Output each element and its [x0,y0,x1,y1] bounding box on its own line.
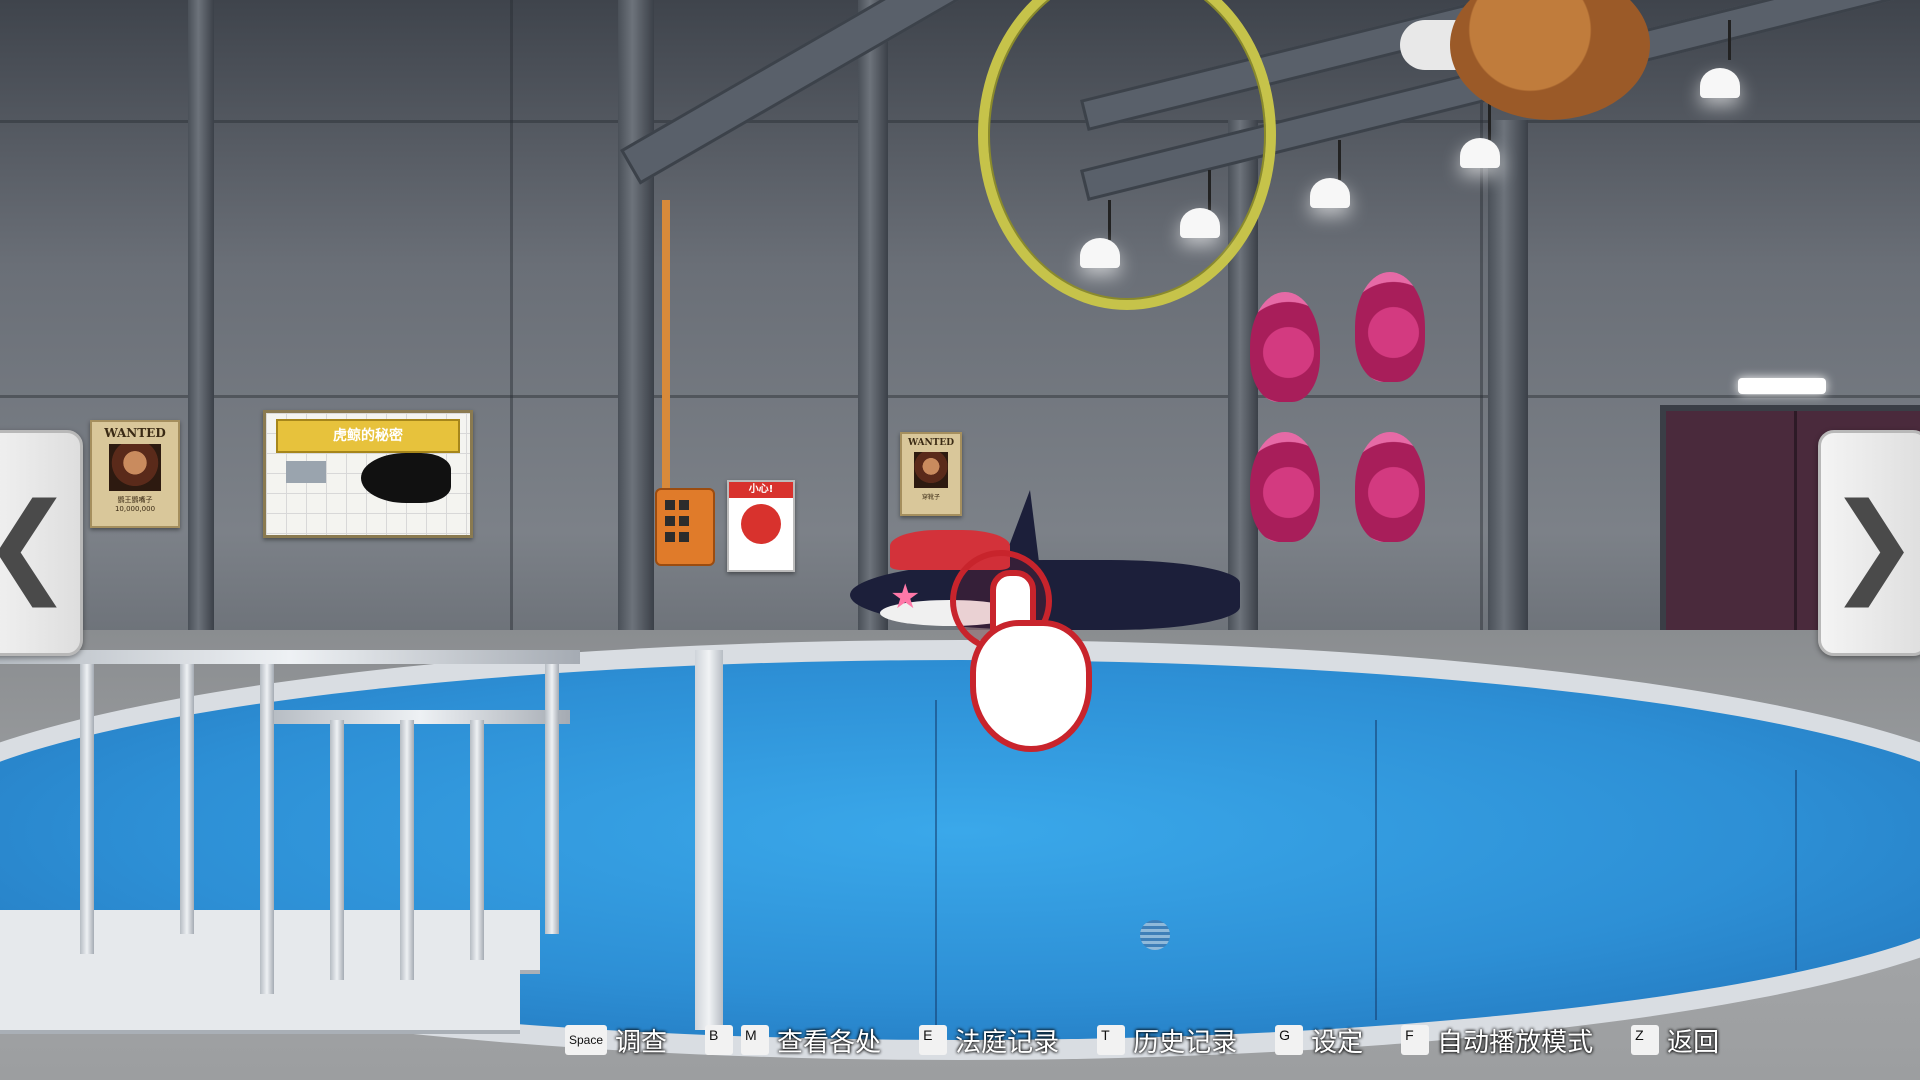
hint-label: 查看各处 [777,1027,882,1058]
pink-target-4[interactable] [1355,432,1425,542]
railing-post [180,664,194,934]
railing-post [260,664,274,994]
wall-seam [0,120,1920,123]
railing-post [400,720,414,980]
orca-secret-banner: 虎鲸的秘密 [276,419,460,453]
pool-seam [1795,770,1797,970]
hint-auto-play[interactable]: F 自动播放模式 [1401,1022,1593,1059]
key-t: T [1097,1025,1126,1055]
spotlight-icon [1460,138,1500,168]
hint-back[interactable]: Z 返回 [1631,1022,1719,1059]
orca-secret-poster[interactable]: 虎鲸的秘密 [263,410,473,538]
orca-illustration [361,453,451,503]
wall-pipe [662,200,670,490]
pool-stairs[interactable] [0,650,580,1080]
key-space: Space [565,1025,608,1055]
key-b: B [705,1025,734,1055]
wanted-poster-header: WANTED [907,438,955,448]
exit-sign-light [1738,378,1826,394]
spotlight-icon [1310,178,1350,208]
caution-pictogram [741,504,781,544]
pool-seam [1375,720,1377,1020]
control-hints-bar: Space 调查 B M 查看各处 E 法庭记录 T 历史记录 G 设定 F 自… [565,1020,1719,1060]
hint-label: 自动播放模式 [1437,1027,1594,1058]
pink-target-3[interactable] [1250,432,1320,542]
wanted-poster-right[interactable]: WANTED 穿靴子 [900,432,962,516]
hint-investigate[interactable]: Space 调查 [565,1022,667,1059]
pillar [618,0,654,650]
chevron-left-icon: ❮ [0,479,74,607]
wanted-poster-name: 穿靴子 [921,494,940,501]
stair-handrail [0,650,580,664]
stair-handrail [270,710,570,724]
railing-post [80,664,94,954]
hint-move[interactable]: B M 查看各处 [705,1022,881,1059]
spotlight-icon [1180,208,1220,238]
hint-label: 历史记录 [1133,1027,1238,1058]
pink-target-1[interactable] [1250,292,1320,402]
pillar [1488,120,1528,650]
pool-divider-post [695,650,723,1030]
pointing-hand-cursor-icon [950,550,1100,760]
key-g: G [1275,1025,1304,1055]
wanted-poster-name: 鹦王鹦嘴子 [117,495,153,504]
railing-post [330,720,344,980]
hint-label: 调查 [615,1027,668,1058]
railing-post [545,664,559,934]
star-marking-icon: ★ [890,577,921,617]
wanted-poster-left[interactable]: WANTED 鹦王鹦嘴子 10,000,000 [90,420,180,528]
wanted-poster-reward: 10,000,000 [114,504,156,513]
pool-drain[interactable] [1140,920,1170,950]
pink-target-2[interactable] [1355,272,1425,382]
caution-header: 小心! [729,482,793,498]
railing-post [470,720,484,960]
move-right-button[interactable]: ❯ [1818,430,1920,656]
key-z: Z [1631,1025,1660,1055]
caution-sign[interactable]: 小心! [727,480,795,572]
spotlight-icon [1080,238,1120,268]
wall-seam [0,395,1920,398]
move-left-button[interactable]: ❮ [0,430,83,656]
key-e: E [919,1025,948,1055]
wall-seam [510,0,513,640]
hint-settings[interactable]: G 设定 [1275,1022,1363,1059]
diagram-box [286,461,326,483]
hint-label: 设定 [1311,1027,1364,1058]
cursor-palm [970,620,1092,752]
pool-seam [935,700,937,1030]
hint-history[interactable]: T 历史记录 [1097,1022,1237,1059]
key-m: M [741,1025,770,1055]
wall-keypad[interactable] [655,488,715,566]
pirate-portrait [913,452,949,488]
hint-label: 法庭记录 [955,1027,1060,1058]
chevron-right-icon: ❯ [1827,479,1920,607]
key-f: F [1401,1025,1430,1055]
hint-label: 返回 [1667,1027,1720,1058]
pillar [188,0,214,650]
spotlight-icon [1700,68,1740,98]
hint-court-record[interactable]: E 法庭记录 [919,1022,1059,1059]
pirate-portrait [109,444,161,491]
aquarium-scene[interactable]: WANTED 鹦王鹦嘴子 10,000,000 虎鲸的秘密 小心! WANTED… [0,0,1920,1080]
wanted-poster-header: WANTED [104,426,166,440]
